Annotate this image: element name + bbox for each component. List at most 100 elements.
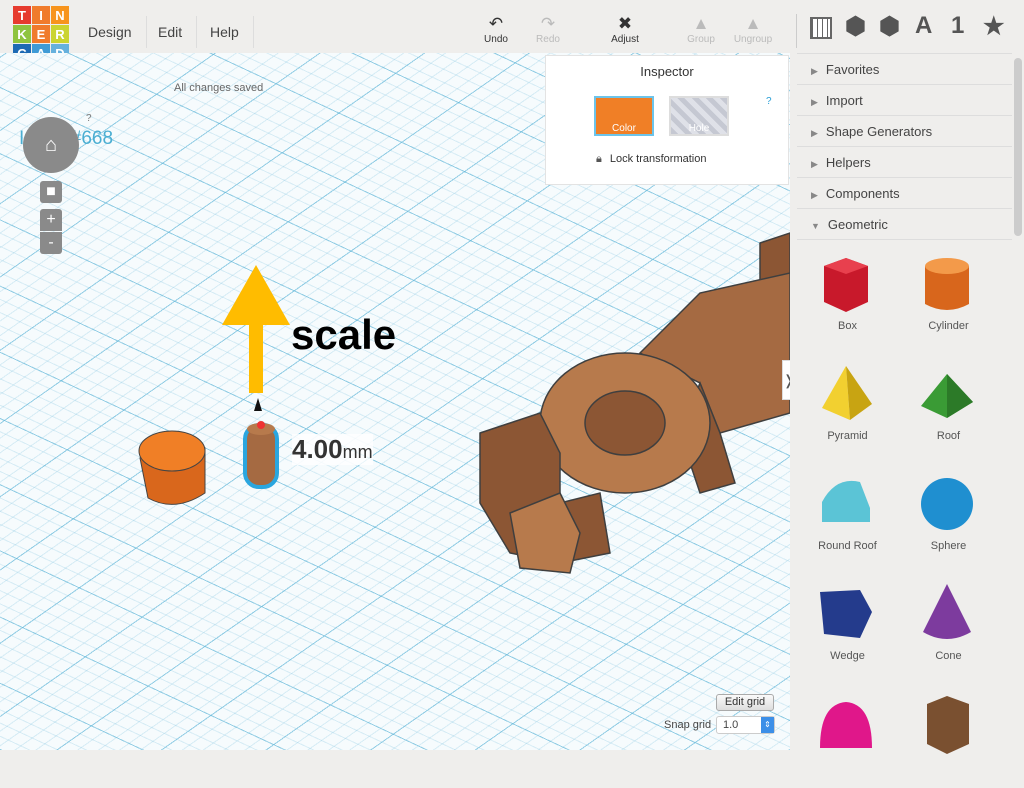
rotation-handle[interactable] [257, 421, 265, 429]
letters-model[interactable] [479, 232, 790, 574]
cylinder-shape[interactable] [138, 430, 206, 505]
nav-help[interactable]: ? [86, 113, 92, 124]
ungroup-button[interactable]: ▲ Ungroup [728, 14, 778, 45]
dimension-label[interactable]: 4.00mm [292, 434, 373, 465]
shape-thumbnail-icon [926, 696, 969, 754]
save-status: All changes saved [174, 82, 264, 94]
shape-thumbnail-icon [920, 478, 973, 530]
inspector-title: Inspector [640, 64, 694, 79]
dimension-value: 4.00 [292, 434, 343, 464]
redo-icon: ↷ [540, 14, 556, 33]
home-view-button[interactable]: ■ [40, 181, 62, 203]
shape-thumbnail-icon [821, 480, 870, 522]
shape-wedge[interactable]: Wedge [797, 574, 898, 678]
panel-scrollbar[interactable] [1014, 58, 1022, 236]
logo-letter: R [51, 25, 69, 43]
redo-button[interactable]: ↷ Redo [523, 14, 573, 45]
caret-right-icon: ▶ [811, 159, 818, 169]
lock-transformation-toggle[interactable]: 🔒︎ Lock transformation [596, 153, 706, 166]
shape-label: Pyramid [827, 430, 868, 442]
grid-view-icon[interactable] [810, 17, 832, 39]
view-orbit-control[interactable]: ⌂ [23, 117, 79, 173]
undo-icon: ↶ [488, 14, 504, 33]
category-components[interactable]: ▶ Components [797, 178, 1012, 209]
top-bar: TINKERCAD Design Edit Help ↶Undo ↷Redo ✖… [0, 0, 1024, 62]
shape-thumbnail-icon [821, 366, 872, 420]
category-import[interactable]: ▶ Import [797, 85, 1012, 116]
shape-thumbnail-icon [819, 702, 872, 748]
caret-right-icon: ▶ [811, 128, 818, 138]
redo-label: Redo [536, 34, 560, 45]
inspector-help[interactable]: ? [766, 96, 772, 107]
color-button[interactable]: Color [594, 96, 654, 136]
snap-grid-label: Snap grid [664, 719, 712, 731]
category-geometric[interactable]: ▼ Geometric [797, 209, 1012, 240]
group-button[interactable]: ▲ Group [676, 14, 726, 45]
logo-letter: T [13, 6, 31, 24]
shape-label: Round Roof [818, 540, 877, 552]
collapse-panel-button[interactable]: ❭ [782, 360, 790, 400]
shape-round-roof[interactable]: Round Roof [797, 464, 898, 568]
category-label: Favorites [825, 62, 880, 77]
menu-help[interactable]: Help [196, 16, 254, 48]
shape-label: Box [838, 320, 857, 332]
shape-label: Sphere [930, 540, 967, 552]
caret-right-icon: ▶ [811, 66, 818, 76]
shape-thumbnail-icon [924, 258, 969, 310]
dimension-unit: mm [342, 442, 373, 462]
category-label: Components [825, 186, 900, 201]
shape-label: Cylinder [928, 320, 969, 332]
selected-cylinder[interactable] [243, 398, 279, 489]
number-shape-icon[interactable]: 1 [951, 12, 964, 40]
category-shape-generators[interactable]: ▶ Shape Generators [797, 116, 1012, 147]
shape-thumbnail-icon [819, 590, 872, 638]
star-icon[interactable]: ★ [983, 12, 1005, 41]
lock-icon: 🔒︎ [596, 153, 602, 165]
adjust-label: Adjust [611, 34, 639, 45]
adjust-button[interactable]: ✖ Adjust [600, 14, 650, 45]
logo-letter: E [32, 25, 50, 43]
shape-cylinder[interactable]: Cylinder [898, 244, 999, 348]
shape-item[interactable] [898, 684, 999, 788]
shape-label: Cone [935, 650, 962, 662]
category-helpers[interactable]: ▶ Helpers [797, 147, 1012, 178]
undo-label: Undo [484, 34, 508, 45]
shape-thumbnail-icon [920, 374, 973, 418]
logo-letter: N [51, 6, 69, 24]
shape-box[interactable]: Box [797, 244, 898, 348]
snap-grid-value: 1.0 [723, 719, 739, 731]
menu-edit[interactable]: Edit [144, 16, 198, 48]
divider [796, 14, 797, 48]
shape-pyramid[interactable]: Pyramid [797, 354, 898, 458]
category-favorites[interactable]: ▶ Favorites [797, 54, 1012, 85]
shape-thumbnail-icon [922, 584, 971, 639]
scale-arrow-annotation [222, 265, 290, 393]
adjust-icon: ✖ [617, 14, 633, 33]
zoom-in-button[interactable]: + [40, 209, 62, 231]
caret-down-icon: ▼ [811, 221, 820, 231]
shape-item[interactable] [797, 684, 898, 788]
snap-grid-select[interactable]: 1.0 ⇕ [716, 716, 775, 734]
hole-button[interactable]: Hole [669, 96, 729, 136]
group-label: Group [687, 34, 715, 45]
shape-label: Wedge [830, 650, 865, 662]
text-shape-icon[interactable]: A [915, 12, 932, 40]
category-label: Import [825, 93, 863, 108]
cube-icon[interactable]: ⬢ [845, 12, 866, 41]
shape-roof[interactable]: Roof [898, 354, 999, 458]
inspector-panel: Inspector Color Hole ? 🔒︎ Lock transforma… [545, 55, 789, 185]
undo-button[interactable]: ↶ Undo [471, 14, 521, 45]
zoom-out-button[interactable]: - [40, 232, 62, 254]
category-label: Shape Generators [825, 124, 933, 139]
lock-label: Lock transformation [609, 153, 707, 165]
shape-cone[interactable]: Cone [898, 574, 999, 678]
shapes-panel: ▶ Favorites ▶ Import ▶ Shape Generators ▶ Helpe… [797, 53, 1012, 754]
striped-cube-icon[interactable]: ⬢ [879, 12, 900, 41]
menu-design[interactable]: Design [74, 16, 147, 48]
shape-sphere[interactable]: Sphere [898, 464, 999, 568]
logo-letter: K [13, 25, 31, 43]
ungroup-icon: ▲ [744, 14, 762, 33]
edit-grid-button[interactable]: Edit grid [716, 694, 774, 711]
height-handle[interactable] [254, 398, 262, 411]
logo-letter: I [32, 6, 50, 24]
